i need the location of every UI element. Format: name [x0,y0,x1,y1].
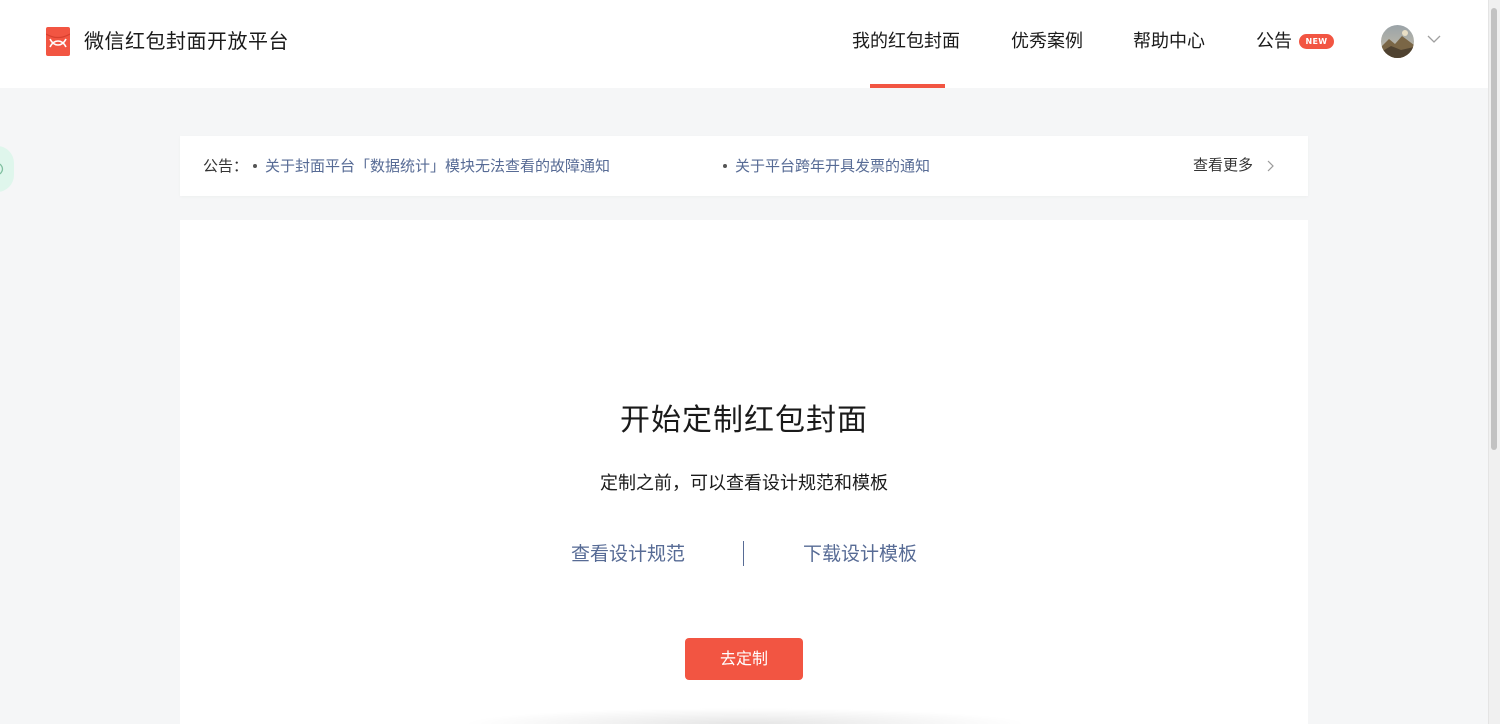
bullet-dot [253,164,257,168]
bullet-dot [723,164,727,168]
link-divider [743,541,744,566]
chevron-right-icon[interactable] [1267,160,1274,172]
bottom-shadow [460,708,1030,724]
nav-my-covers[interactable]: 我的红包封面 [852,30,960,54]
see-more-link[interactable]: 查看更多 [1193,155,1253,176]
nav-announcements[interactable]: 公告 [1256,30,1292,54]
announcement-bar: 公告： 关于封面平台「数据统计」模块无法查看的故障通知 关于平台跨年开具发票的通… [180,136,1308,196]
red-envelope-logo-icon[interactable] [46,27,70,56]
scrollbar-thumb[interactable] [1491,8,1497,450]
start-customize-button[interactable]: 去定制 [685,638,803,680]
chevron-down-icon[interactable] [1427,34,1441,44]
download-template-link[interactable]: 下载设计模板 [803,541,917,567]
active-nav-indicator [870,84,945,88]
page-title: 开始定制红包封面 [620,403,868,438]
brand-title[interactable]: 微信红包封面开放平台 [84,28,289,54]
announcement-link[interactable]: 关于平台跨年开具发票的通知 [735,156,930,176]
start-customize-card: 开始定制红包封面 定制之前，可以查看设计规范和模板 查看设计规范 下载设计模板 … [180,220,1308,724]
view-design-spec-link[interactable]: 查看设计规范 [571,541,685,567]
top-header: 微信红包封面开放平台 我的红包封面 优秀案例 帮助中心 公告 NEW [0,0,1488,88]
avatar-icon[interactable] [1381,25,1414,58]
nav-showcase[interactable]: 优秀案例 [1011,30,1083,54]
new-badge: NEW [1299,34,1334,49]
announcement-label: 公告： [203,157,249,175]
announcement-link[interactable]: 关于封面平台「数据统计」模块无法查看的故障通知 [265,156,610,176]
side-widget-icon [0,163,4,175]
nav-help-center[interactable]: 帮助中心 [1133,30,1205,54]
page-subtitle: 定制之前，可以查看设计规范和模板 [600,473,888,494]
